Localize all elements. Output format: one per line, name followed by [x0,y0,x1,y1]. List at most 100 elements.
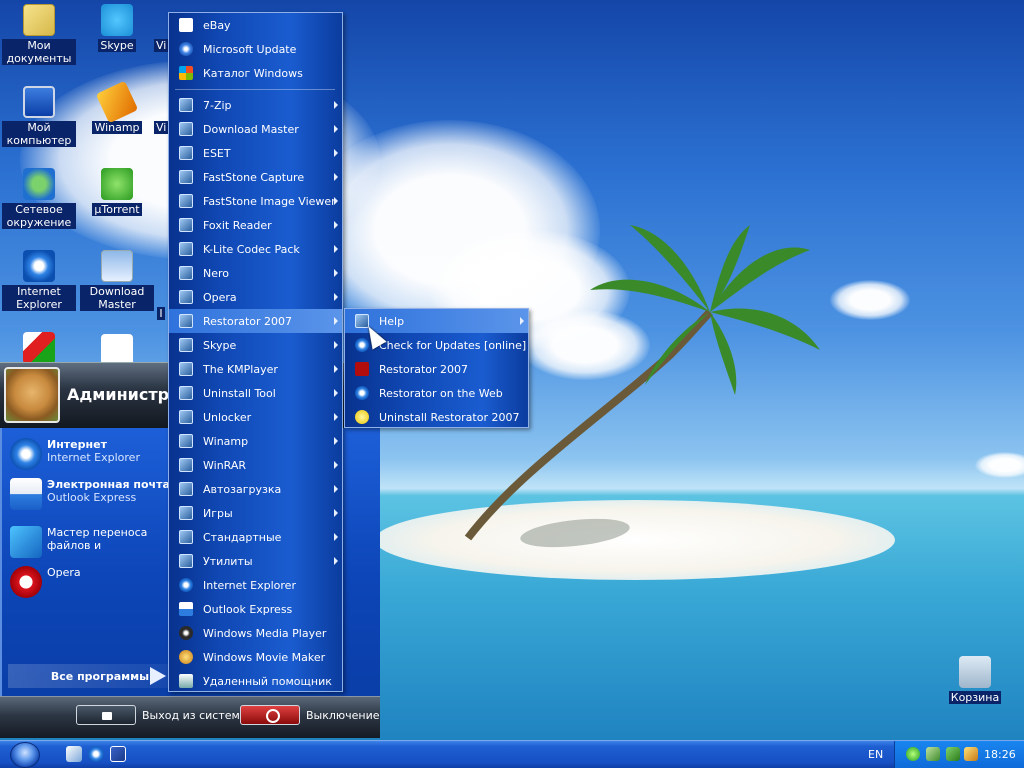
menu-item-outlook-express[interactable]: Outlook Express [169,597,342,621]
menu-item-foxit-reader[interactable]: Foxit Reader [169,213,342,237]
logoff-button[interactable]: Выход из системы [76,705,248,725]
desktop-icon-recycle-bin[interactable]: Корзина [938,656,1012,704]
desktop-icon-label: Vi [154,39,168,52]
tray-wand-icon[interactable] [964,747,978,761]
tray-download-icon[interactable] [946,747,960,761]
menu-separator [175,89,335,90]
menu-item-uninstall-tool[interactable]: Uninstall Tool [169,381,342,405]
chevron-right-icon [520,317,524,325]
all-programs-button[interactable]: Все программы [8,664,168,688]
menu-item-label: Microsoft Update [203,42,297,56]
desktop-icon-partial[interactable]: I [154,250,168,320]
shutdown-button[interactable]: Выключение [240,705,380,725]
menu-item-restorator-2007[interactable]: Restorator 2007 [169,309,342,333]
menu-item-games[interactable]: Игры [169,501,342,525]
folder-icon [179,170,193,184]
desktop-icon-label: µTorrent [92,203,142,216]
desktop-icon-partial[interactable]: Vi [154,86,168,134]
show-desktop-icon[interactable] [66,746,82,762]
chevron-right-icon [334,437,338,445]
menu-item-download-master[interactable]: Download Master [169,117,342,141]
wallpaper-cloud [975,452,1024,478]
menu-item-windows-movie-maker[interactable]: Windows Movie Maker [169,645,342,669]
menu-item-label: Opera [203,290,237,304]
clock[interactable]: 18:26 [984,748,1016,761]
menu-item-utilities[interactable]: Утилиты [169,549,342,573]
menu-item-internet-explorer[interactable]: Internet Explorer [169,573,342,597]
menu-item-accessories[interactable]: Стандартные [169,525,342,549]
menu-item-k-lite-codec-pack[interactable]: K-Lite Codec Pack [169,237,342,261]
chevron-right-icon [334,221,338,229]
menu-item-faststone-capture[interactable]: FastStone Capture [169,165,342,189]
tray-network-icon[interactable] [926,747,940,761]
menu-item-skype[interactable]: Skype [169,333,342,357]
desktop-icon-partial[interactable]: Vi [154,4,168,52]
desktop-icon-my-documents[interactable]: Мои документы [2,4,76,65]
pinned-email[interactable]: Электронная почта Outlook Express [10,478,170,510]
desktop-icon-network[interactable]: Сетевое окружение [2,168,76,229]
desktop-icon-my-computer[interactable]: Мой компьютер [2,86,76,147]
desktop-icon-utorrent[interactable]: µTorrent [80,168,154,216]
menu-item-unlocker[interactable]: Unlocker [169,405,342,429]
menu-item-winrar[interactable]: WinRAR [169,453,342,477]
pinned-internet[interactable]: Интернет Internet Explorer [10,438,140,470]
menu-item-microsoft-update[interactable]: Microsoft Update [169,37,342,61]
chevron-right-icon [334,413,338,421]
menu-item-autostart[interactable]: Автозагрузка [169,477,342,501]
menu-item-ebay[interactable]: eBay [169,13,342,37]
language-indicator[interactable]: EN [868,748,883,761]
submenu-item-uninstall-restorator[interactable]: Uninstall Restorator 2007 [345,405,528,429]
folder-icon [179,290,193,304]
menu-item-remote-assistance[interactable]: Удаленный помощник [169,669,342,693]
menu-item-nero[interactable]: Nero [169,261,342,285]
submenu-item-restorator-2007[interactable]: Restorator 2007 [345,357,528,381]
folder-icon [179,314,193,328]
menu-item-windows-catalog[interactable]: Каталог Windows [169,61,342,85]
folder-icon [179,242,193,256]
menu-item-winamp[interactable]: Winamp [169,429,342,453]
desktop-icon-winamp[interactable]: Winamp [80,80,154,134]
microsoft-update-icon [179,42,193,56]
chevron-right-icon [334,557,338,565]
menu-item-eset[interactable]: ESET [169,141,342,165]
menu-item-label: Удаленный помощник [203,674,332,688]
my-computer-icon [23,86,55,118]
all-programs-menu: eBay Microsoft Update Каталог Windows 7-… [168,12,343,692]
menu-item-label: 7-Zip [203,98,232,112]
chevron-right-icon [334,173,338,181]
menu-item-label: Outlook Express [203,602,293,616]
recycle-bin-icon [959,656,991,688]
menu-item-windows-media-player[interactable]: Windows Media Player [169,621,342,645]
app-icon [23,332,55,364]
submenu-item-restorator-web[interactable]: Restorator on the Web [345,381,528,405]
menu-item-kmplayer[interactable]: The KMPlayer [169,357,342,381]
menu-item-opera[interactable]: Opera [169,285,342,309]
desktop-icon-skype[interactable]: Skype [80,4,154,52]
folder-icon [179,506,193,520]
desktop-icon-label: I [157,307,165,320]
menu-item-label: Restorator 2007 [379,362,469,376]
pinned-subtitle: Outlook Express [47,491,137,504]
quick-launch-app-icon[interactable] [110,746,126,762]
menu-item-label: Download Master [203,122,299,136]
internet-explorer-icon [23,250,55,282]
menu-item-faststone-image-viewer[interactable]: FastStone Image Viewer [169,189,342,213]
folder-icon [179,338,193,352]
start-button[interactable] [10,742,40,768]
internet-explorer-icon[interactable] [88,746,104,762]
folder-icon [179,266,193,280]
user-avatar[interactable] [4,367,60,423]
partial-icon [154,250,168,282]
chevron-right-icon [334,149,338,157]
menu-item-label: ESET [203,146,231,160]
desktop-icon-internet-explorer[interactable]: Internet Explorer [2,250,76,311]
chevron-right-icon [334,269,338,277]
desktop-icon-download-master[interactable]: Download Master [80,250,154,311]
menu-item-7zip[interactable]: 7-Zip [169,93,342,117]
pinned-migration-wizard[interactable]: Мастер переноса файлов и параметров [10,526,170,558]
folder-icon [179,146,193,160]
pinned-opera[interactable]: Opera [10,566,81,598]
tray-app-icon[interactable] [906,747,920,761]
power-icon [240,705,300,725]
uninstall-icon [355,410,369,424]
